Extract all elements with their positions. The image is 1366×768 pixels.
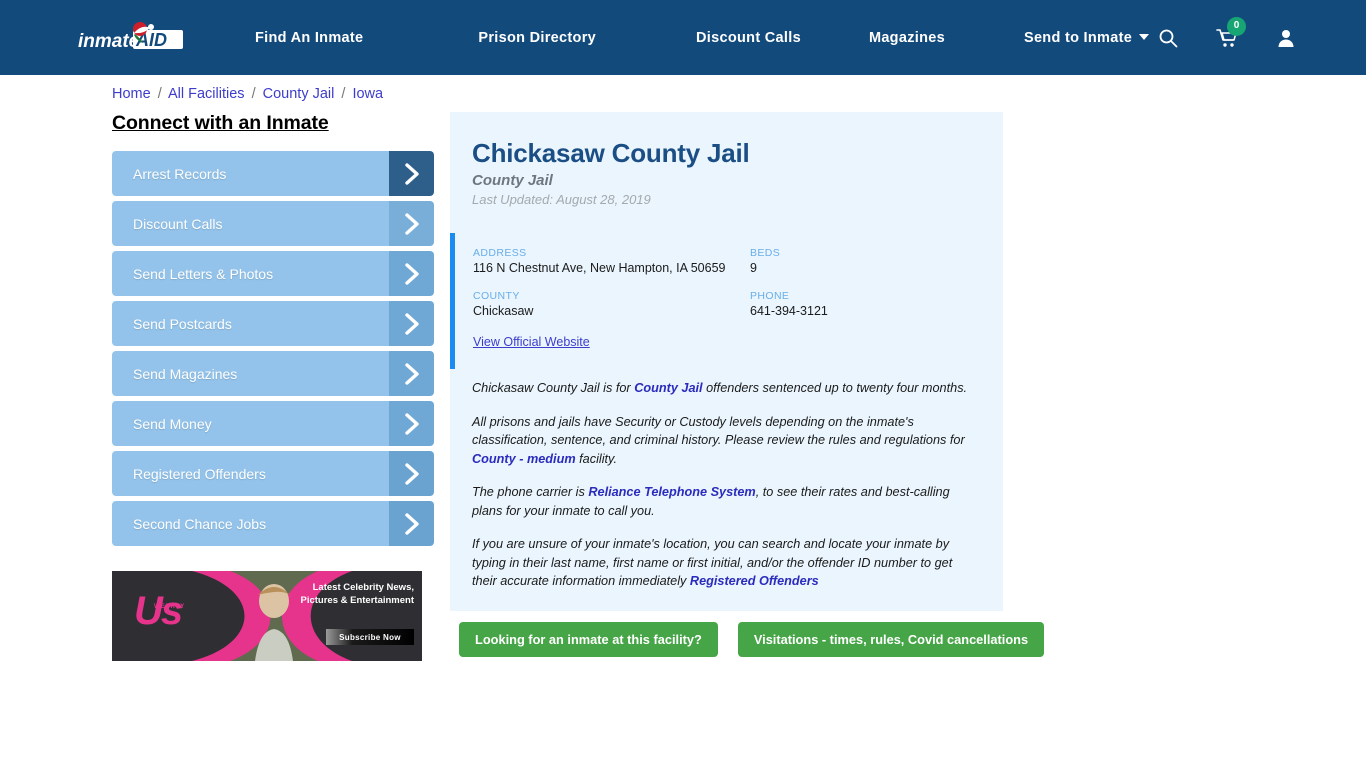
link-reliance-telephone-system[interactable]: Reliance Telephone System — [588, 485, 755, 499]
link-registered-offenders[interactable]: Registered Offenders — [690, 574, 819, 588]
link-county-medium[interactable]: County - medium — [472, 452, 576, 466]
link-county-jail[interactable]: County Jail — [634, 381, 702, 395]
info-value: Chickasaw — [473, 304, 534, 318]
info-value: 9 — [750, 261, 757, 275]
page-title: Chickasaw County Jail — [472, 138, 750, 168]
advertisement-banner[interactable]: Us WEEKLY Latest Celebrity News, Picture… — [112, 571, 422, 661]
chevron-right-icon — [389, 351, 434, 396]
info-label: COUNTY — [473, 290, 520, 302]
nav-icon-group: 0 — [1158, 0, 1296, 75]
paragraph-text: Chickasaw County Jail is for — [472, 381, 635, 395]
breadcrumb-item-county-jail[interactable]: County Jail — [263, 86, 335, 102]
sidebar-item-label: Arrest Records — [133, 165, 227, 182]
chevron-right-icon — [389, 301, 434, 346]
search-icon[interactable] — [1158, 28, 1178, 48]
chevron-right-icon — [389, 401, 434, 446]
sidebar-item-label: Send Letters & Photos — [133, 265, 274, 282]
chevron-right-icon — [389, 451, 434, 496]
info-field-address: ADDRESS 116 N Chestnut Ave, New Hampton,… — [473, 247, 750, 276]
sidebar-item-registered-offenders[interactable]: Registered Offenders — [112, 451, 434, 496]
user-icon-glyph — [1278, 29, 1294, 47]
sidebar-item-send-magazines[interactable]: Send Magazines — [112, 351, 434, 396]
info-field-beds: BEDS 9 — [750, 247, 981, 276]
facility-info-block: ADDRESS 116 N Chestnut Ave, New Hampton,… — [450, 233, 1003, 369]
cart-icon[interactable]: 0 — [1216, 16, 1246, 48]
breadcrumb-item-iowa[interactable]: Iowa — [352, 86, 383, 102]
cta-button-row: Looking for an inmate at this facility? … — [459, 622, 1045, 657]
facility-type: County Jail — [472, 172, 553, 189]
top-navigation-bar: inmate AID Find An Inmate Prison Directo… — [0, 0, 1366, 75]
cart-count-badge: 0 — [1227, 16, 1246, 36]
breadcrumb-separator: / — [341, 86, 346, 102]
sidebar-item-send-letters-photos[interactable]: Send Letters & Photos — [112, 251, 434, 296]
sidebar-item-label: Send Money — [133, 415, 212, 432]
description-paragraph-4: If you are unsure of your inmate's locat… — [472, 535, 973, 591]
sidebar-item-second-chance-jobs[interactable]: Second Chance Jobs — [112, 501, 434, 546]
facility-detail-card: Chickasaw County Jail County Jail Last U… — [450, 112, 1003, 611]
user-account-icon[interactable] — [1276, 28, 1296, 48]
svg-text:inmate: inmate — [78, 31, 140, 52]
inmateaid-logo[interactable]: inmate AID — [78, 20, 186, 54]
logo-graphic: inmate AID — [78, 22, 183, 52]
paragraph-text: All prisons and jails have Security or C… — [472, 414, 965, 448]
chevron-right-icon — [389, 201, 434, 246]
ad-logo: Us — [134, 589, 183, 633]
chevron-right-icon — [389, 501, 434, 546]
info-value: 641-394-3121 — [750, 304, 828, 318]
sidebar-item-label: Discount Calls — [133, 215, 223, 232]
paragraph-text: The phone carrier is — [472, 485, 589, 499]
nav-link-magazines[interactable]: Magazines — [869, 30, 945, 46]
nav-links: Find An Inmate Prison Directory Discount… — [255, 0, 1150, 75]
sidebar-item-label: Second Chance Jobs — [133, 515, 267, 532]
chevron-right-icon — [389, 151, 434, 196]
nav-link-send-to-inmate-label: Send to Inmate — [1023, 29, 1133, 46]
nav-link-send-to-inmate[interactable]: Send to Inmate — [1023, 29, 1150, 46]
sidebar: Connect with an Inmate Arrest Records Di… — [112, 112, 434, 551]
nav-link-discount-calls[interactable]: Discount Calls — [696, 30, 801, 46]
info-field-phone: PHONE 641-394-3121 — [750, 290, 981, 319]
breadcrumb-separator: / — [157, 86, 162, 102]
ad-subscribe-button[interactable]: Subscribe Now — [326, 629, 414, 645]
facility-description: Chickasaw County Jail is for County Jail… — [450, 369, 1003, 591]
description-paragraph-1: Chickasaw County Jail is for County Jail… — [472, 379, 973, 398]
search-icon-glyph — [1159, 29, 1178, 47]
sidebar-item-label: Send Magazines — [133, 365, 238, 382]
sidebar-item-send-postcards[interactable]: Send Postcards — [112, 301, 434, 346]
info-label: BEDS — [750, 247, 781, 259]
sidebar-title: Connect with an Inmate — [112, 112, 329, 134]
paragraph-text: facility. — [575, 451, 617, 466]
breadcrumb-separator: / — [251, 86, 256, 102]
info-field-county: COUNTY Chickasaw — [473, 290, 750, 319]
sidebar-item-label: Registered Offenders — [133, 465, 266, 482]
nav-link-find-an-inmate[interactable]: Find An Inmate — [255, 30, 363, 46]
breadcrumb-item-home[interactable]: Home — [112, 86, 151, 102]
sidebar-item-arrest-records[interactable]: Arrest Records — [112, 151, 434, 196]
info-label: PHONE — [750, 290, 790, 302]
breadcrumb: Home / All Facilities / County Jail / Io… — [112, 86, 383, 102]
sidebar-item-label: Send Postcards — [133, 315, 232, 332]
ad-headline: Latest Celebrity News, Pictures & Entert… — [300, 582, 415, 606]
view-official-website-link[interactable]: View Official Website — [473, 335, 590, 349]
facility-header: Chickasaw County Jail County Jail Last U… — [450, 138, 1003, 207]
sidebar-item-discount-calls[interactable]: Discount Calls — [112, 201, 434, 246]
breadcrumb-item-all-facilities[interactable]: All Facilities — [168, 86, 245, 102]
chevron-down-icon — [1139, 33, 1150, 40]
looking-for-inmate-button[interactable]: Looking for an inmate at this facility? — [459, 622, 718, 657]
description-paragraph-2: All prisons and jails have Security or C… — [472, 413, 973, 469]
nav-link-prison-directory[interactable]: Prison Directory — [478, 30, 596, 46]
chevron-right-icon — [389, 251, 434, 296]
info-label: ADDRESS — [473, 247, 527, 259]
paragraph-text: offenders sentenced up to twenty four mo… — [702, 381, 968, 395]
ad-logo-subtitle: WEEKLY — [154, 604, 186, 610]
facility-last-updated: Last Updated: August 28, 2019 — [472, 192, 651, 207]
sidebar-item-send-money[interactable]: Send Money — [112, 401, 434, 446]
facility-info-grid: ADDRESS 116 N Chestnut Ave, New Hampton,… — [473, 247, 981, 319]
visitations-button[interactable]: Visitations - times, rules, Covid cancel… — [737, 622, 1045, 657]
info-value: 116 N Chestnut Ave, New Hampton, IA 5065… — [473, 261, 726, 275]
description-paragraph-3: The phone carrier is Reliance Telephone … — [472, 483, 973, 520]
